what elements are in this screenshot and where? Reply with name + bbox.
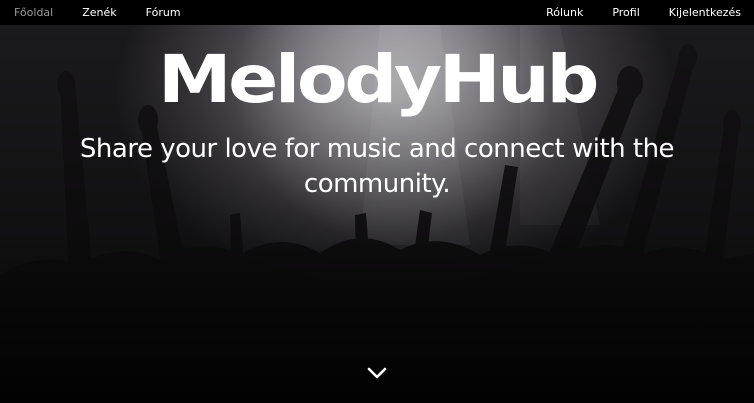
nav-link-home[interactable]: Főoldal [14, 0, 53, 25]
chevron-down-icon[interactable] [366, 365, 388, 381]
hero-subtitle: Share your love for music and connect wi… [79, 134, 675, 199]
hero-title: MelodyHub [157, 41, 599, 118]
nav-right-group: Rólunk Profil Kijelentkezés [517, 0, 741, 25]
nav-link-about[interactable]: Rólunk [546, 0, 583, 25]
nav-link-songs[interactable]: Zenék [82, 0, 116, 25]
nav-link-forum[interactable]: Fórum [146, 0, 181, 25]
top-navbar: Főoldal Zenék Fórum Rólunk Profil Kijele… [0, 0, 754, 25]
nav-left-group: Főoldal Zenék Fórum [14, 0, 210, 25]
nav-link-profile[interactable]: Profil [612, 0, 639, 25]
hero-section: MelodyHub Share your love for music and … [0, 25, 754, 403]
nav-link-logout[interactable]: Kijelentkezés [669, 0, 741, 25]
